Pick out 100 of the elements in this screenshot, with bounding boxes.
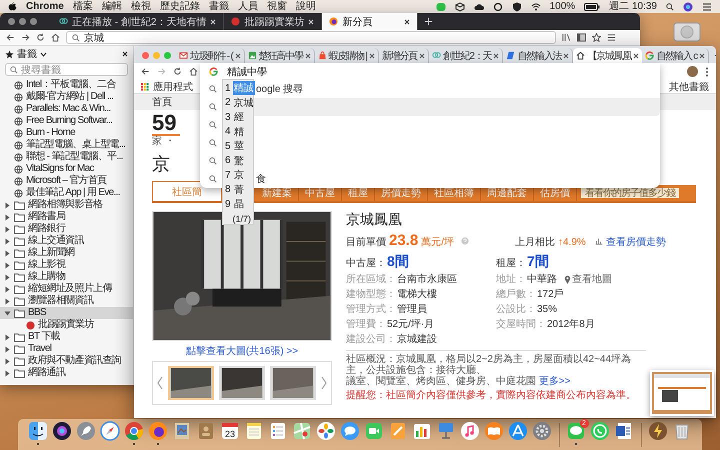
lightning-bolt-icon[interactable] [648,421,668,441]
apple-logo-icon[interactable] [8,2,17,11]
plus-icon[interactable] [424,17,434,26]
home-link[interactable]: 首頁 [152,95,172,109]
bookmark-folder-row[interactable]: 縮短網址及照片上傳 [0,283,133,295]
bookmark-folder-row[interactable]: 網路通訊 [0,367,133,379]
bookmark-link[interactable]: 戴爾-官方網站 | Dell ... [26,91,114,103]
candidate-word[interactable]: 晶 [233,197,245,212]
candidate-word[interactable]: 莖 [233,139,245,154]
address-input[interactable]: 精誠中學 [227,66,307,77]
bookmark-folder-row[interactable]: 線上交通資訊 [0,235,133,247]
avatar-icon[interactable] [687,66,698,77]
bookmark-folder-row[interactable]: 政府與不動產資訊查詢 [0,355,133,367]
photo-thumbnail[interactable] [219,366,265,400]
caret-right-icon[interactable] [4,226,11,232]
notepad-icon[interactable] [244,421,264,441]
reload-icon[interactable] [173,67,182,76]
forward-arrow-icon[interactable] [21,33,30,42]
bookmark-link[interactable]: 聯想 - 筆記型電腦、平... [26,151,123,163]
menu-icon[interactable] [607,33,616,42]
open-box-icon[interactable] [454,2,465,12]
bookmark-link[interactable]: 筆記型電腦、桌上型電... [26,139,126,151]
caret-right-icon[interactable] [4,334,11,340]
home-icon[interactable] [51,33,60,42]
sidebar-icon[interactable] [577,33,586,42]
menu-item[interactable]: 編輯 [102,0,122,13]
caret-right-icon[interactable] [4,250,11,256]
back-arrow-icon[interactable] [141,67,150,76]
menu-item[interactable]: 檔案 [72,0,93,13]
candidate-word[interactable]: 京城 [232,96,255,110]
promo-link[interactable]: 看看你的房子值多少錢 [581,188,679,198]
caret-right-icon[interactable] [4,202,11,208]
bookmark-folder-row[interactable]: 線上購物 [0,271,133,283]
browser-tab[interactable]: 新分頁 [322,13,418,30]
bookmark-link[interactable]: Microsoft – 官方首頁 [26,175,106,187]
more-menu-icon[interactable] [705,66,709,76]
candidate-word[interactable]: 菁 [233,182,245,197]
caret-right-icon[interactable] [4,346,11,352]
bookmark-link[interactable]: 批踢踢實業坊 [38,319,94,331]
chevron-left-icon[interactable] [157,376,163,390]
photo-thumbnail[interactable] [168,366,214,400]
cloud-icon[interactable] [474,2,484,12]
chevron-right-icon[interactable] [321,376,327,390]
bookmark-link[interactable]: Parallels: Mac & Win... [26,103,110,115]
caret-right-icon[interactable] [4,286,11,292]
colored-wheel-icon[interactable] [124,421,144,441]
close-icon[interactable] [633,52,640,58]
map-link[interactable]: 查看地圖 [572,272,612,286]
browser-tab[interactable]: 【京城鳳凰 [573,48,642,63]
menu-item[interactable]: 說明 [296,0,316,13]
caret-right-icon[interactable] [4,358,11,364]
listing-count[interactable]: 8間 [387,253,409,271]
bookmark-link[interactable]: VitalSigns for Mac [26,163,94,175]
bookmark-folder-row[interactable]: 線上新聞網 [0,247,133,259]
bookmark-folder[interactable]: 其他書籤 [669,80,709,94]
star-icon[interactable] [592,33,601,42]
home-icon[interactable] [189,67,198,76]
caret-right-icon[interactable] [4,262,11,268]
caret-right-icon[interactable] [4,238,11,244]
checklist-icon[interactable] [268,421,288,441]
menu-item[interactable]: 檢視 [130,0,151,13]
back-arrow-icon[interactable] [6,33,15,42]
trend-link[interactable]: 查看房價走勢 [606,235,666,249]
library-icon[interactable] [562,33,571,42]
apps-grid-icon[interactable] [141,82,149,90]
menu-item[interactable]: 書籤 [208,0,229,13]
shield-icon[interactable] [512,2,522,12]
bookmark-folder-row[interactable]: Travel [0,343,133,355]
caret-right-icon[interactable] [4,298,11,304]
flower-icon[interactable] [316,421,336,441]
gear-icon[interactable] [532,421,552,441]
video-camera-icon[interactable] [364,421,384,441]
reload-icon[interactable] [36,33,45,42]
phone-bubble-icon[interactable] [590,421,610,441]
bar-chart-icon[interactable] [412,421,432,441]
music-note-icon[interactable] [460,421,480,441]
suggestion-row[interactable]: 食 [253,170,660,188]
bookmark-folder-row[interactable]: 網路相簿與影音格 [0,199,133,211]
suggestion-row[interactable]: oogle 搜尋 [253,80,660,98]
bookmark-folder-row[interactable]: BBS [0,307,133,319]
bookmark-folder-row[interactable]: 瀏覽器相關資訊 [0,295,133,307]
caret-down-icon[interactable] [4,310,11,316]
candidate-word[interactable]: 京 [233,168,245,182]
calendar-icon[interactable]: 23 [220,421,240,441]
bookmark-link[interactable]: 應用程式 [153,80,193,94]
chevron-down-icon[interactable] [40,50,47,58]
listing-count[interactable]: 7間 [527,253,549,271]
bookmark-folder-row[interactable]: BT 下載 [0,331,133,343]
list-icon[interactable] [702,2,712,12]
speech-bubble-icon[interactable] [340,421,360,441]
document-icon[interactable] [614,421,634,441]
caret-right-icon[interactable] [4,274,11,280]
address-field[interactable]: 京城 [66,31,556,44]
bookmark-link[interactable]: 最佳筆記 App | 用 Eve... [26,187,120,199]
open-book-icon[interactable] [484,421,504,441]
smiling-face-icon[interactable] [28,421,48,441]
gallery-link[interactable]: 點擊查看大圖(共16張) >> [186,344,298,358]
pen-document-icon[interactable] [388,421,408,441]
bookmark-folder-row[interactable]: 線上影視 [0,259,133,271]
menu-item[interactable]: 人員 [238,0,258,13]
